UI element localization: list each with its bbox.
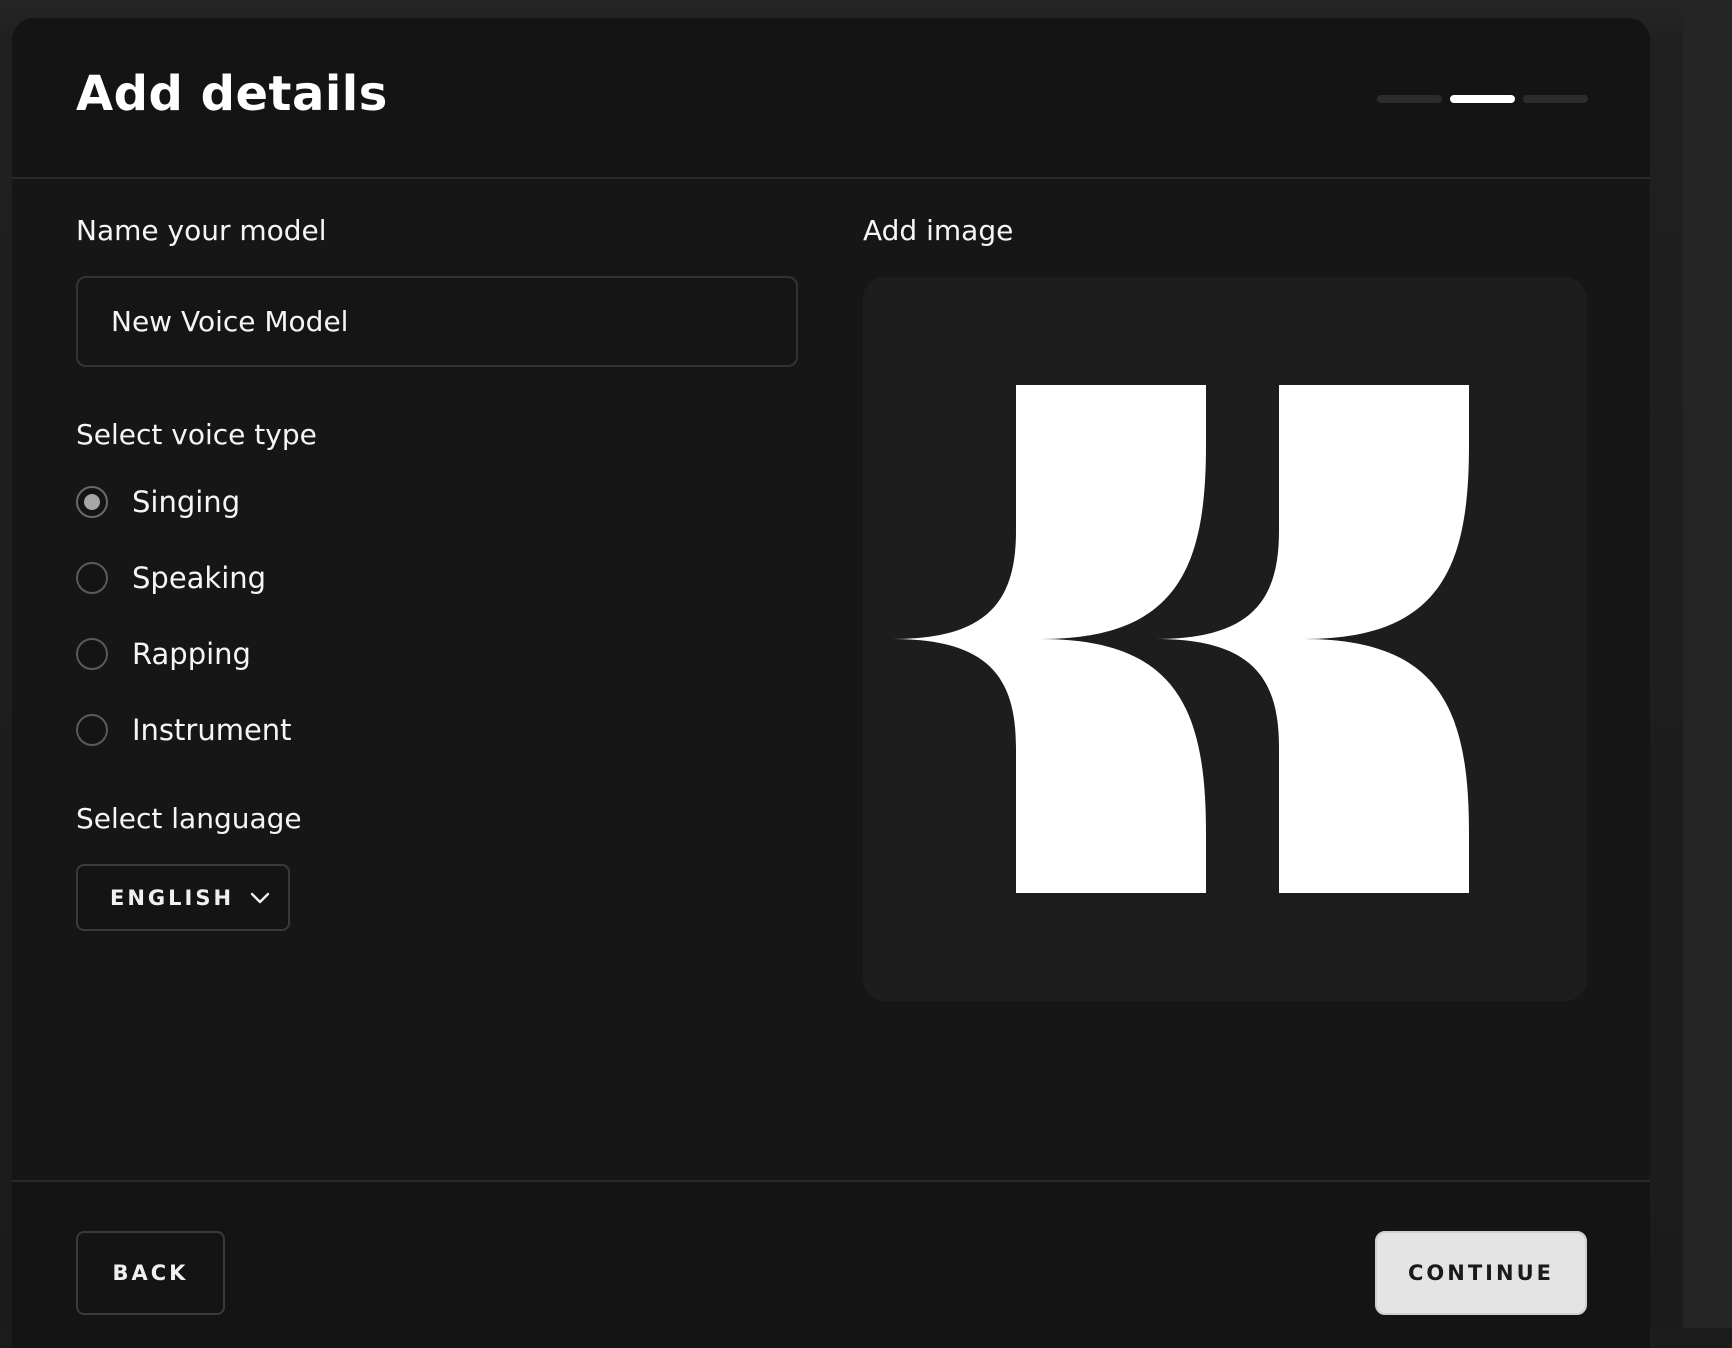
voice-type-option-label: Speaking: [132, 561, 267, 595]
radio-button-checked[interactable]: [76, 486, 108, 518]
add-image-label: Add image: [863, 214, 1014, 247]
voice-type-option-singing[interactable]: Singing: [76, 482, 240, 522]
model-logo-image: [893, 385, 1469, 893]
image-upload-area[interactable]: [863, 277, 1587, 1001]
language-select-value: ENGLISH: [110, 885, 235, 910]
name-model-label: Name your model: [76, 214, 327, 247]
language-label: Select language: [76, 802, 302, 835]
step-2-indicator-active: [1450, 95, 1515, 103]
model-name-input[interactable]: [76, 276, 798, 367]
continue-button[interactable]: CONTINUE: [1375, 1231, 1587, 1315]
voice-type-label: Select voice type: [76, 418, 317, 451]
chevron-down-icon: [250, 892, 270, 903]
voice-type-option-label: Rapping: [132, 637, 251, 671]
voice-type-option-rapping[interactable]: Rapping: [76, 634, 251, 674]
language-select[interactable]: ENGLISH: [76, 864, 290, 931]
background-panel-edge: [1683, 0, 1732, 1328]
dialog-title: Add details: [76, 66, 388, 122]
voice-type-option-label: Singing: [132, 485, 241, 519]
step-1-indicator: [1377, 95, 1442, 103]
radio-button[interactable]: [76, 638, 108, 670]
voice-type-option-label: Instrument: [132, 713, 292, 747]
back-button[interactable]: BACK: [76, 1231, 225, 1315]
dialog-header: Add details: [12, 18, 1650, 179]
radio-button[interactable]: [76, 714, 108, 746]
add-details-dialog: Add details Name your model Select voice…: [12, 18, 1650, 1348]
step-progress-indicator: [1377, 95, 1599, 103]
voice-type-option-instrument[interactable]: Instrument: [76, 710, 292, 750]
voice-type-option-speaking[interactable]: Speaking: [76, 558, 266, 598]
step-3-indicator: [1523, 95, 1588, 103]
radio-button[interactable]: [76, 562, 108, 594]
